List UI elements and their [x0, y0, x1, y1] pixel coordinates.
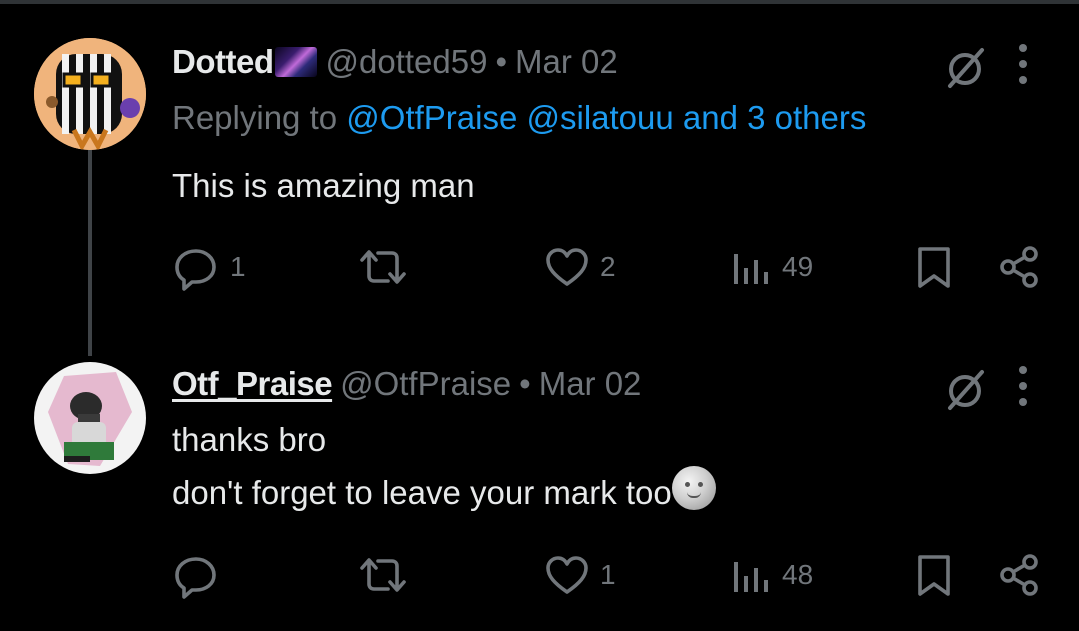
tweet-date[interactable]: Mar 02	[539, 364, 642, 404]
tweet-header: Otf_Praise @OtfPraise • Mar 02	[172, 364, 641, 404]
tweet-text: thanks bro don't forget to leave your ma…	[172, 414, 716, 519]
separator-dot: •	[519, 365, 531, 402]
views-button[interactable]: 48	[730, 550, 813, 600]
views-count: 48	[782, 559, 814, 590]
retweet-button[interactable]	[356, 242, 420, 292]
user-handle[interactable]: @dotted59	[325, 42, 487, 82]
views-button[interactable]: 49	[730, 242, 813, 292]
replying-prefix: Replying to	[172, 99, 338, 136]
views-chart-icon	[734, 562, 768, 592]
retweet-icon	[360, 250, 406, 284]
moon-face-emoji-icon	[671, 466, 716, 510]
share-icon	[1000, 554, 1038, 596]
tweet-header: Dotted @dotted59 • Mar 02	[172, 42, 618, 82]
tweet-text-line-with-emoji: don't forget to leave your mark too	[172, 466, 716, 519]
more-options-icon[interactable]	[1016, 42, 1030, 86]
grok-icon[interactable]	[942, 44, 988, 90]
bookmark-button[interactable]	[915, 550, 953, 600]
like-count: 2	[600, 251, 616, 282]
bookmark-icon	[918, 555, 950, 596]
avatar-otf-praise[interactable]	[34, 362, 146, 474]
user-handle[interactable]: @OtfPraise	[340, 364, 511, 404]
heart-icon	[546, 248, 588, 286]
tweet-text-line: thanks bro	[172, 421, 327, 458]
avatar-otf-praise-art	[34, 362, 146, 474]
share-icon	[1000, 246, 1038, 288]
galaxy-emoji-icon	[275, 47, 318, 77]
retweet-icon	[360, 558, 406, 592]
tweet-actions: 1 2 49	[0, 242, 1079, 292]
views-chart-icon	[734, 254, 768, 284]
reply-icon	[175, 249, 216, 291]
like-button[interactable]: 1	[544, 550, 616, 600]
more-options-icon[interactable]	[1016, 364, 1030, 408]
tweet-text: This is amazing man	[172, 160, 475, 212]
display-name[interactable]: Dotted	[172, 42, 274, 82]
tweet-date[interactable]: Mar 02	[515, 42, 618, 82]
heart-icon	[546, 556, 588, 594]
reply-button[interactable]	[172, 550, 230, 600]
replying-to: Replying to @OtfPraise @silatouu and 3 o…	[172, 98, 866, 138]
like-button[interactable]: 2	[544, 242, 616, 292]
like-count: 1	[600, 559, 616, 590]
replying-to-links[interactable]: @OtfPraise @silatouu and 3 others	[346, 99, 866, 136]
share-button[interactable]	[996, 242, 1042, 292]
top-divider	[0, 0, 1079, 4]
views-count: 49	[782, 251, 814, 282]
bookmark-button[interactable]	[915, 242, 953, 292]
tweet-text-line: This is amazing man	[172, 167, 475, 204]
reply-count: 1	[230, 251, 246, 282]
separator-dot: •	[495, 43, 508, 80]
tweet-text-line: don't forget to leave your mark too	[172, 474, 672, 511]
bookmark-icon	[918, 247, 950, 288]
display-name[interactable]: Otf_Praise	[172, 364, 333, 404]
avatar-dotted-art	[34, 38, 146, 150]
share-button[interactable]	[996, 550, 1042, 600]
avatar-dotted[interactable]	[34, 38, 146, 150]
reply-button[interactable]: 1	[172, 242, 246, 292]
reply-icon	[175, 557, 216, 599]
retweet-button[interactable]	[356, 550, 420, 600]
grok-icon[interactable]	[942, 366, 988, 412]
tweet-actions: 1 48	[0, 550, 1079, 600]
